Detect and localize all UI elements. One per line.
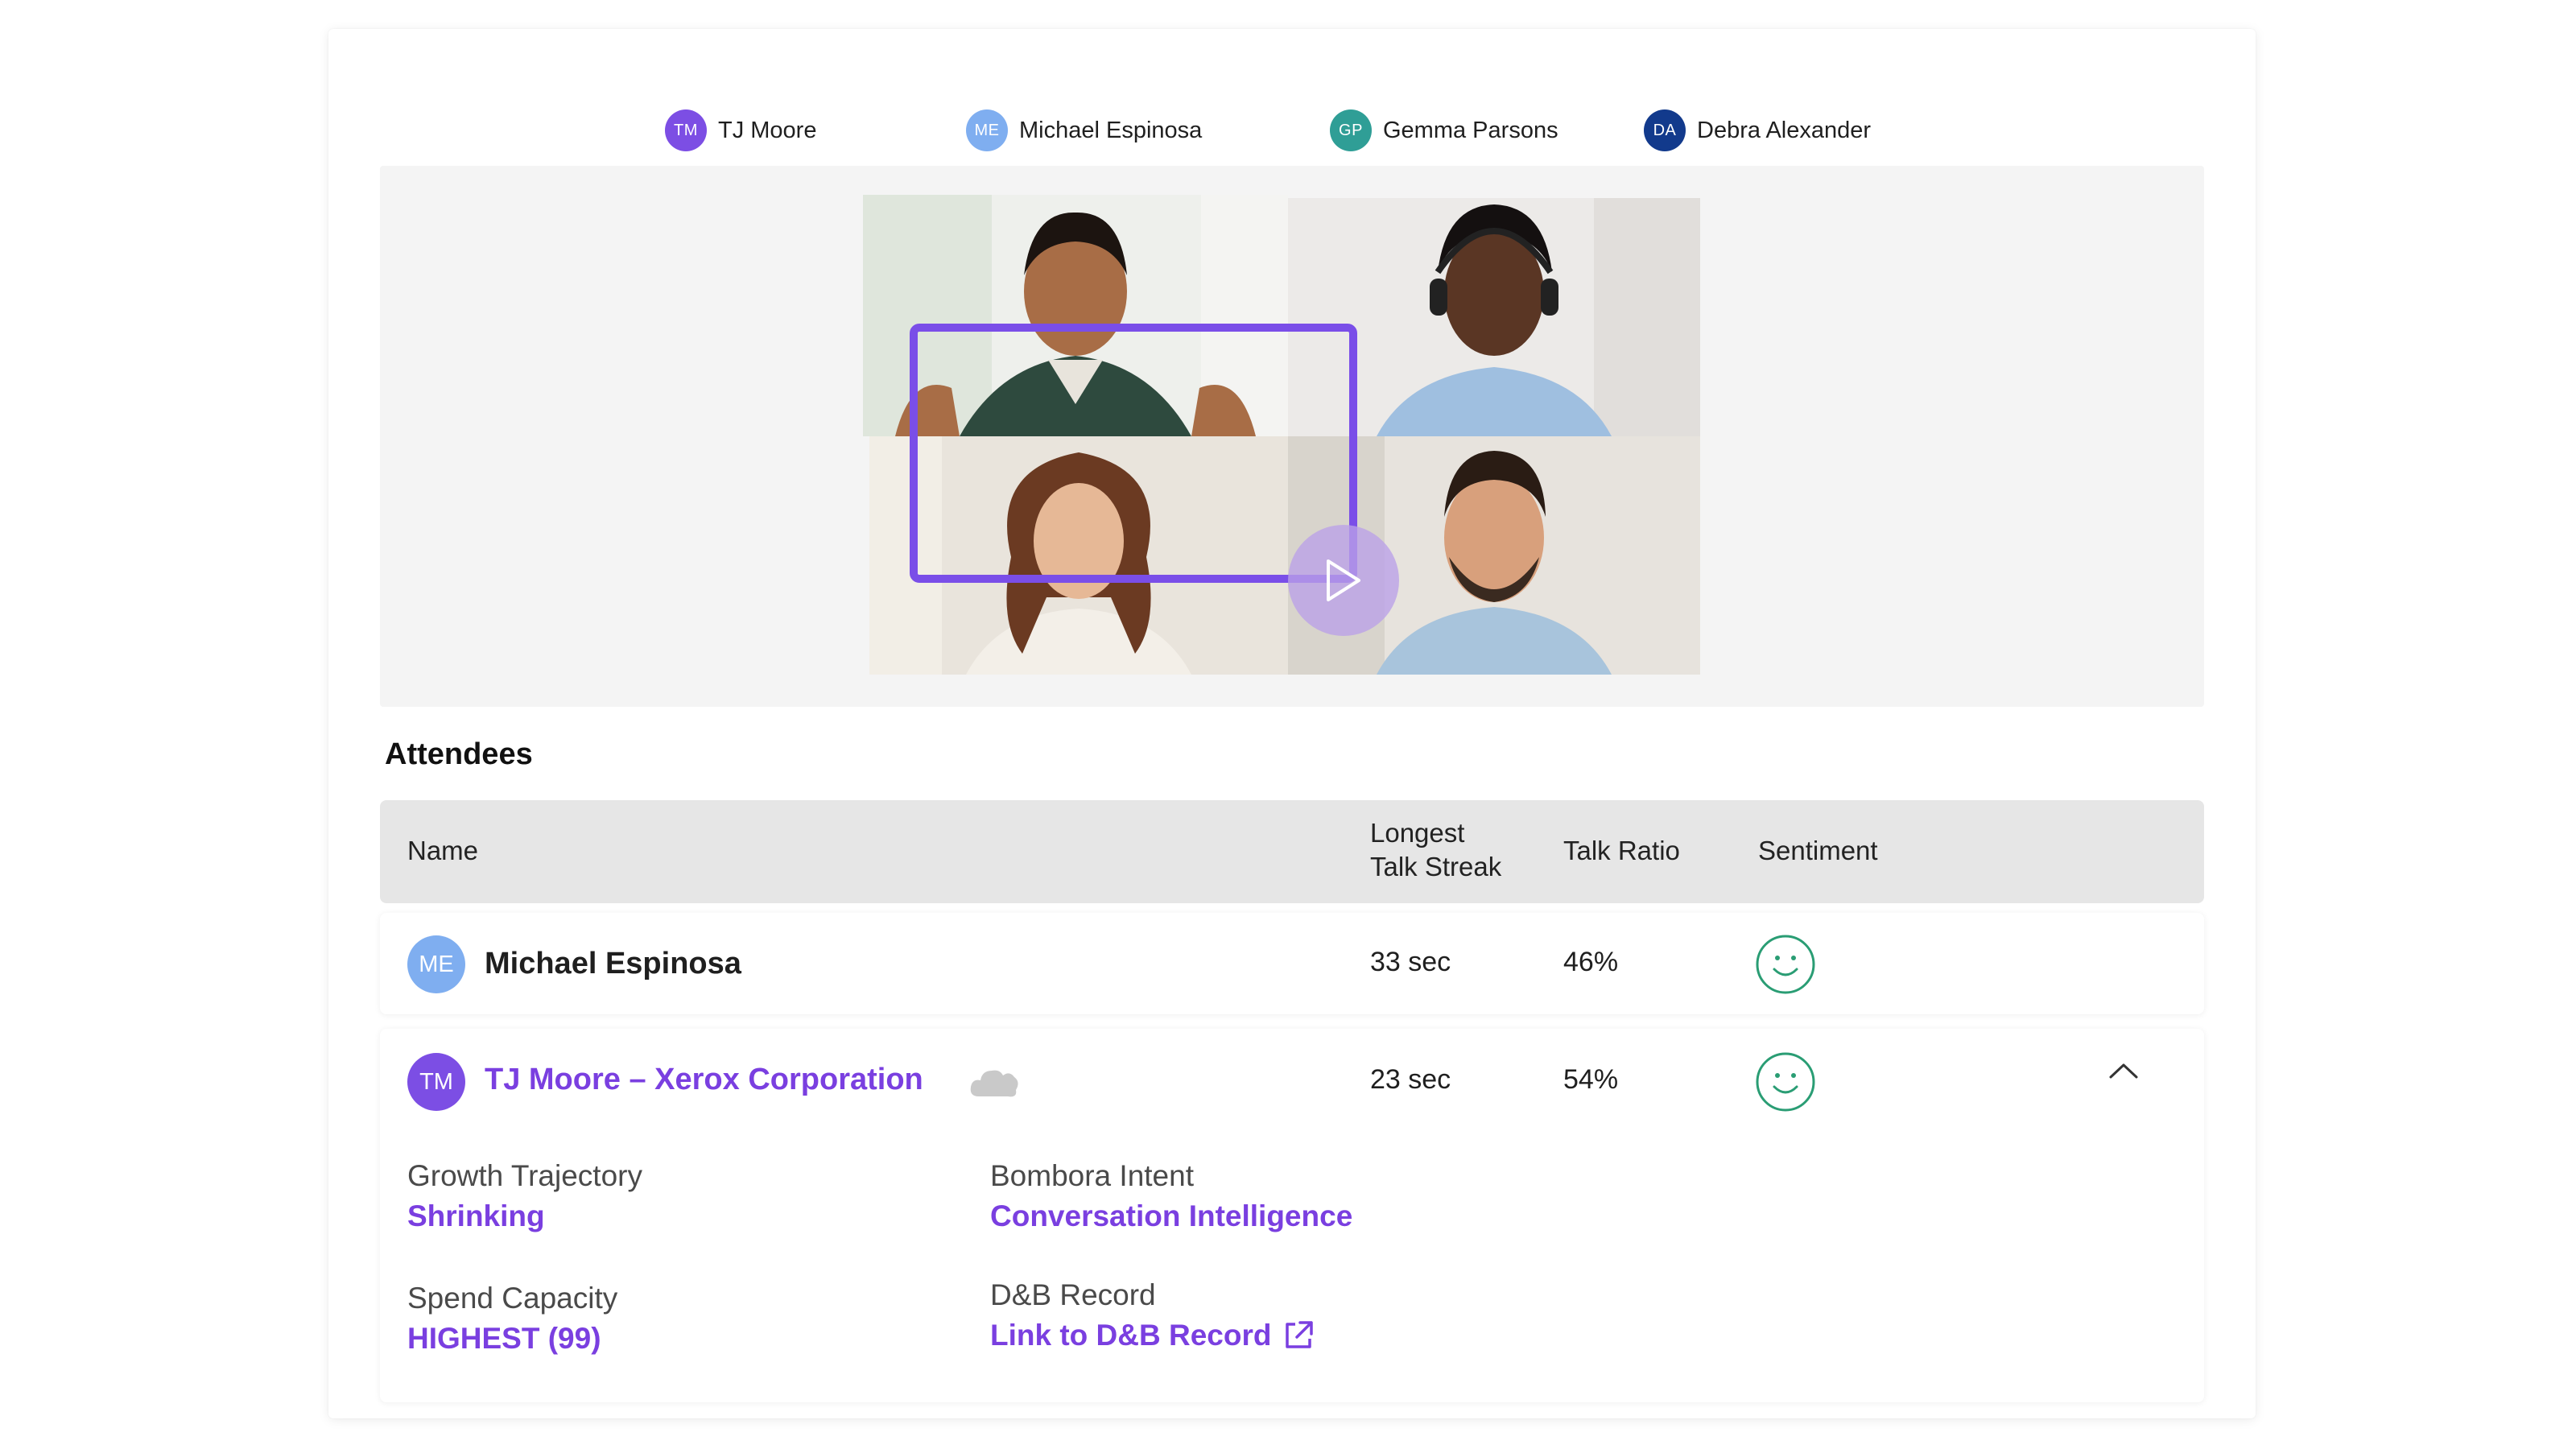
talk-ratio-value: 54% (1563, 1064, 1619, 1095)
participant-chip[interactable]: DA Debra Alexander (1644, 109, 1871, 151)
table-row-expanded[interactable]: TM TJ Moore – Xerox Corporation 23 sec 5… (380, 1029, 2204, 1402)
salesforce-cloud-icon (970, 1070, 1018, 1097)
avatar: DA (1644, 109, 1686, 151)
avatar: GP (1330, 109, 1372, 151)
participant-chip[interactable]: ME Michael Espinosa (966, 109, 1202, 151)
bombora-intent-label: Bombora Intent (990, 1159, 1194, 1192)
participant-name: Debra Alexander (1697, 117, 1872, 143)
avatar: TM (407, 1053, 465, 1111)
participant-chip[interactable]: GP Gemma Parsons (1330, 109, 1558, 151)
participant-name: Michael Espinosa (1019, 117, 1203, 143)
growth-trajectory-label: Growth Trajectory (407, 1159, 642, 1192)
avatar: TM (665, 109, 707, 151)
talk-ratio-value: 46% (1563, 947, 1619, 977)
participant-name: TJ Moore (718, 117, 817, 143)
column-header-sentiment: Sentiment (1758, 836, 1878, 865)
talk-streak-value: 23 sec (1370, 1064, 1451, 1095)
column-header-talk-streak: Longest Talk Streak (1370, 818, 1502, 881)
dnb-link-text: Link to D&B Record (990, 1319, 1272, 1352)
avatar: ME (966, 109, 1008, 151)
external-link-icon (1286, 1321, 1314, 1348)
video-stage (380, 166, 2204, 707)
attendees-table-header: Name Longest Talk Streak Talk Ratio Sent… (380, 800, 2204, 903)
attendee-name: Michael Espinosa (485, 947, 741, 980)
talk-streak-value: 33 sec (1370, 947, 1451, 977)
bombora-intent-value: Conversation Intelligence (990, 1199, 1353, 1232)
play-icon (1327, 559, 1360, 601)
play-button[interactable] (1288, 525, 1399, 636)
spend-capacity-value: HIGHEST (99) (407, 1322, 601, 1355)
column-header-talk-ratio: Talk Ratio (1563, 836, 1680, 865)
column-header-name: Name (407, 836, 479, 865)
table-row[interactable]: ME Michael Espinosa 33 sec 46% (380, 913, 2204, 1014)
dnb-record-label: D&B Record (990, 1278, 1156, 1311)
participant-name: Gemma Parsons (1383, 117, 1558, 143)
growth-trajectory-value: Shrinking (407, 1199, 545, 1232)
spend-capacity-label: Spend Capacity (407, 1282, 618, 1315)
meeting-card: TM TJ Moore ME Michael Espinosa GP Gemma… (328, 29, 2256, 1418)
participant-chip[interactable]: TM TJ Moore (665, 109, 816, 151)
smiley-icon (1756, 935, 1815, 994)
smiley-icon (1756, 1052, 1815, 1112)
active-speaker-frame (910, 324, 1357, 583)
avatar: ME (407, 935, 465, 993)
attendees-heading: Attendees (385, 737, 533, 771)
chevron-up-icon[interactable] (2107, 1061, 2140, 1080)
dnb-record-link[interactable]: Link to D&B Record (990, 1319, 1315, 1352)
attendee-account-link[interactable]: TJ Moore – Xerox Corporation (485, 1063, 923, 1097)
